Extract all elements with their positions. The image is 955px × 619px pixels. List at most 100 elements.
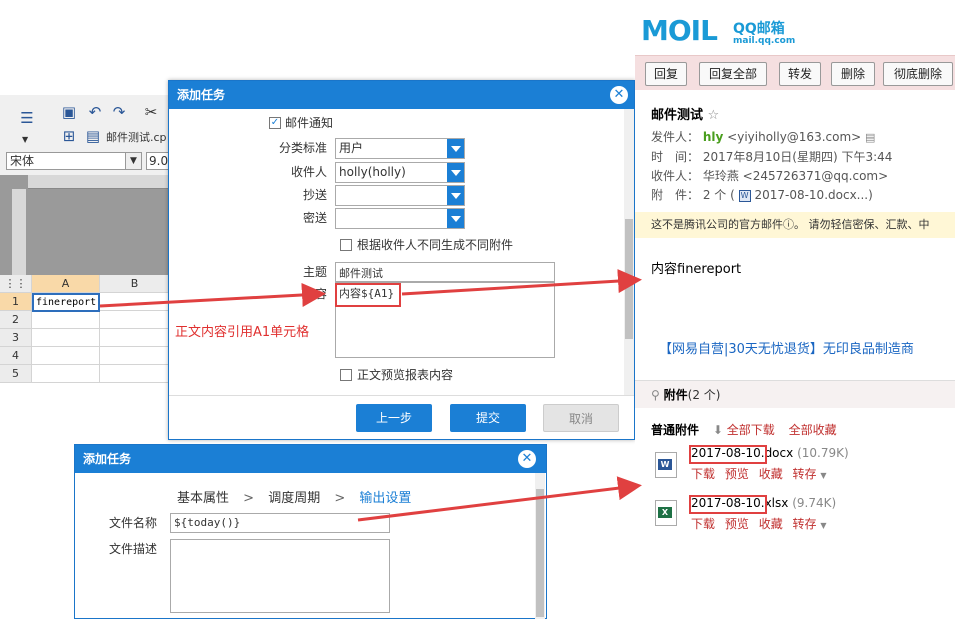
cut-icon[interactable]: ✂ (142, 103, 160, 121)
per-recipient-attach-checkbox[interactable] (340, 239, 352, 251)
mail-time-row: 时 间： 2017年8月10日(星期四) 下午3:44 (651, 149, 892, 165)
to-value: 华玲燕 <245726371@qq.com> (702, 169, 889, 183)
category-value: 用户 (339, 141, 364, 155)
column-header-b[interactable]: B (100, 275, 170, 293)
download-icon: ⬇ (712, 423, 723, 437)
security-warning: 这不是腾讯公司的官方邮件ⓘ。 请勿轻信密保、汇款、中 (635, 212, 955, 238)
bcc-select[interactable] (335, 208, 465, 229)
cell-b1[interactable] (100, 293, 170, 311)
row-header-3[interactable]: 3 (0, 329, 32, 347)
dialog-scrollbar[interactable] (624, 109, 634, 395)
file-1-actions: 下载 预览 收藏 转存 ▼ (691, 465, 827, 482)
forward-button[interactable]: 转发 (779, 62, 821, 86)
spreadsheet-grid: ⋮⋮ A B 1 2 3 4 5 finereport (0, 275, 170, 385)
dialog-title: 添加任务 (75, 445, 546, 473)
report-tab-label[interactable]: 邮件测试.cp (106, 129, 167, 145)
chevron-down-icon (447, 209, 464, 228)
word-doc-icon: W (738, 189, 751, 202)
scrollbar-thumb[interactable] (625, 219, 633, 339)
file-1-transfer[interactable]: 转存 (793, 467, 817, 481)
dropdown-arrow-icon[interactable]: ▼ (22, 135, 28, 144)
font-size-input[interactable]: 9.0 (146, 152, 170, 170)
row-header-2[interactable]: 2 (0, 311, 32, 329)
contact-card-icon[interactable]: ▤ (865, 131, 875, 144)
cell-a4[interactable] (32, 347, 100, 365)
cell-b5[interactable] (100, 365, 170, 383)
delete-button[interactable]: 删除 (831, 62, 875, 86)
file-2-highlight (689, 495, 767, 514)
row-header-5[interactable]: 5 (0, 365, 32, 383)
cc-select[interactable] (335, 185, 465, 206)
undo-icon[interactable]: ↶ (86, 103, 104, 121)
cell-a3[interactable] (32, 329, 100, 347)
email-notify-checkbox[interactable]: ✓ (269, 117, 281, 129)
query-icon[interactable]: ☰ (18, 109, 36, 127)
recipient-value: holly(holly) (339, 165, 406, 179)
preview-report-label: 正文预览报表内容 (357, 368, 454, 382)
add-task-dialog-output: 添加任务 ✕ 基本属性 > 调度周期 > 输出设置 文件名称 ${today()… (74, 444, 547, 619)
scrollbar-thumb[interactable] (536, 489, 544, 617)
add-task-dialog-email: 添加任务 ✕ ✓ 邮件通知 分类标准 用户 收件人 holly(holly) 抄… (168, 80, 635, 440)
email-notify-label: 邮件通知 (285, 116, 334, 130)
step-schedule[interactable]: 调度周期 (268, 491, 320, 506)
font-family-select[interactable]: 宋体 ▼ (6, 152, 142, 170)
save-icon[interactable]: ▣ (60, 103, 78, 121)
normal-attach-label: 普通附件 (651, 423, 700, 437)
close-icon[interactable]: ✕ (518, 450, 536, 468)
recipient-select[interactable]: holly(holly) (335, 162, 465, 183)
cell-b4[interactable] (100, 347, 170, 365)
submit-button[interactable]: 提交 (450, 404, 526, 432)
file-2-download[interactable]: 下载 (691, 517, 715, 531)
cell-a1[interactable]: finereport (32, 293, 100, 312)
ad-link[interactable]: 【网易自营|30天无忧退货】无印良品制造商 (659, 338, 914, 357)
row-header-1[interactable]: 1 (0, 293, 32, 311)
qq-mail-panel: MOIL QQ邮箱 mail.qq.com 回复 回复全部 转发 删除 彻底删除… (635, 0, 955, 540)
step-output[interactable]: 输出设置 (359, 491, 411, 506)
step-basic[interactable]: 基本属性 (177, 491, 229, 506)
star-icon[interactable]: ☆ (708, 108, 720, 123)
prev-step-button[interactable]: 上一步 (356, 404, 432, 432)
file-2-preview[interactable]: 预览 (725, 517, 749, 531)
filedesc-textarea[interactable] (170, 539, 390, 613)
attach-label: 附 件： (651, 188, 700, 202)
report-file-icon: ▤ (85, 127, 101, 145)
file-2-save[interactable]: 收藏 (759, 517, 783, 531)
row-header-4[interactable]: 4 (0, 347, 32, 365)
preview-report-checkbox[interactable] (340, 369, 352, 381)
attach-summary-file[interactable]: 2017-08-10.docx...) (754, 188, 872, 202)
file-1-download[interactable]: 下载 (691, 467, 715, 481)
redo-icon[interactable]: ↷ (110, 103, 128, 121)
grid-corner[interactable]: ⋮⋮ (0, 275, 32, 293)
close-icon[interactable]: ✕ (610, 86, 628, 104)
content-label: 内容 (302, 287, 327, 301)
cancel-button[interactable]: 取消 (543, 404, 619, 432)
recipient-label: 收件人 (290, 165, 327, 179)
mail-attach-row: 附 件： 2 个 ( W 2017-08-10.docx...) (651, 187, 873, 203)
content-highlight-box (335, 283, 401, 307)
dialog-scrollbar[interactable] (535, 473, 545, 619)
file-1-save[interactable]: 收藏 (759, 467, 783, 481)
chevron-down-icon: ▼ (125, 153, 141, 169)
reply-button[interactable]: 回复 (645, 62, 687, 86)
download-all-link[interactable]: 全部下载 (727, 423, 775, 437)
cell-a5[interactable] (32, 365, 100, 383)
column-header-a[interactable]: A (32, 275, 100, 293)
cell-b3[interactable] (100, 329, 170, 347)
cell-a2[interactable] (32, 311, 100, 329)
category-label: 分类标准 (278, 141, 327, 155)
chevron-down-icon[interactable]: ▼ (820, 471, 826, 480)
subject-input[interactable]: 邮件测试 (335, 262, 555, 282)
time-label: 时 间： (651, 150, 700, 164)
cell-b2[interactable] (100, 311, 170, 329)
chevron-down-icon[interactable]: ▼ (820, 521, 826, 530)
file-1-preview[interactable]: 预览 (725, 467, 749, 481)
insert-table-icon[interactable]: ⊞ (60, 127, 78, 145)
filename-input[interactable]: ${today()} (170, 513, 390, 533)
chevron-down-icon (447, 186, 464, 205)
save-all-link[interactable]: 全部收藏 (789, 423, 837, 437)
delete-forever-button[interactable]: 彻底删除 (883, 62, 953, 86)
category-select[interactable]: 用户 (335, 138, 465, 159)
file-2-transfer[interactable]: 转存 (793, 517, 817, 531)
from-name[interactable]: hly (703, 130, 723, 144)
reply-all-button[interactable]: 回复全部 (699, 62, 767, 86)
